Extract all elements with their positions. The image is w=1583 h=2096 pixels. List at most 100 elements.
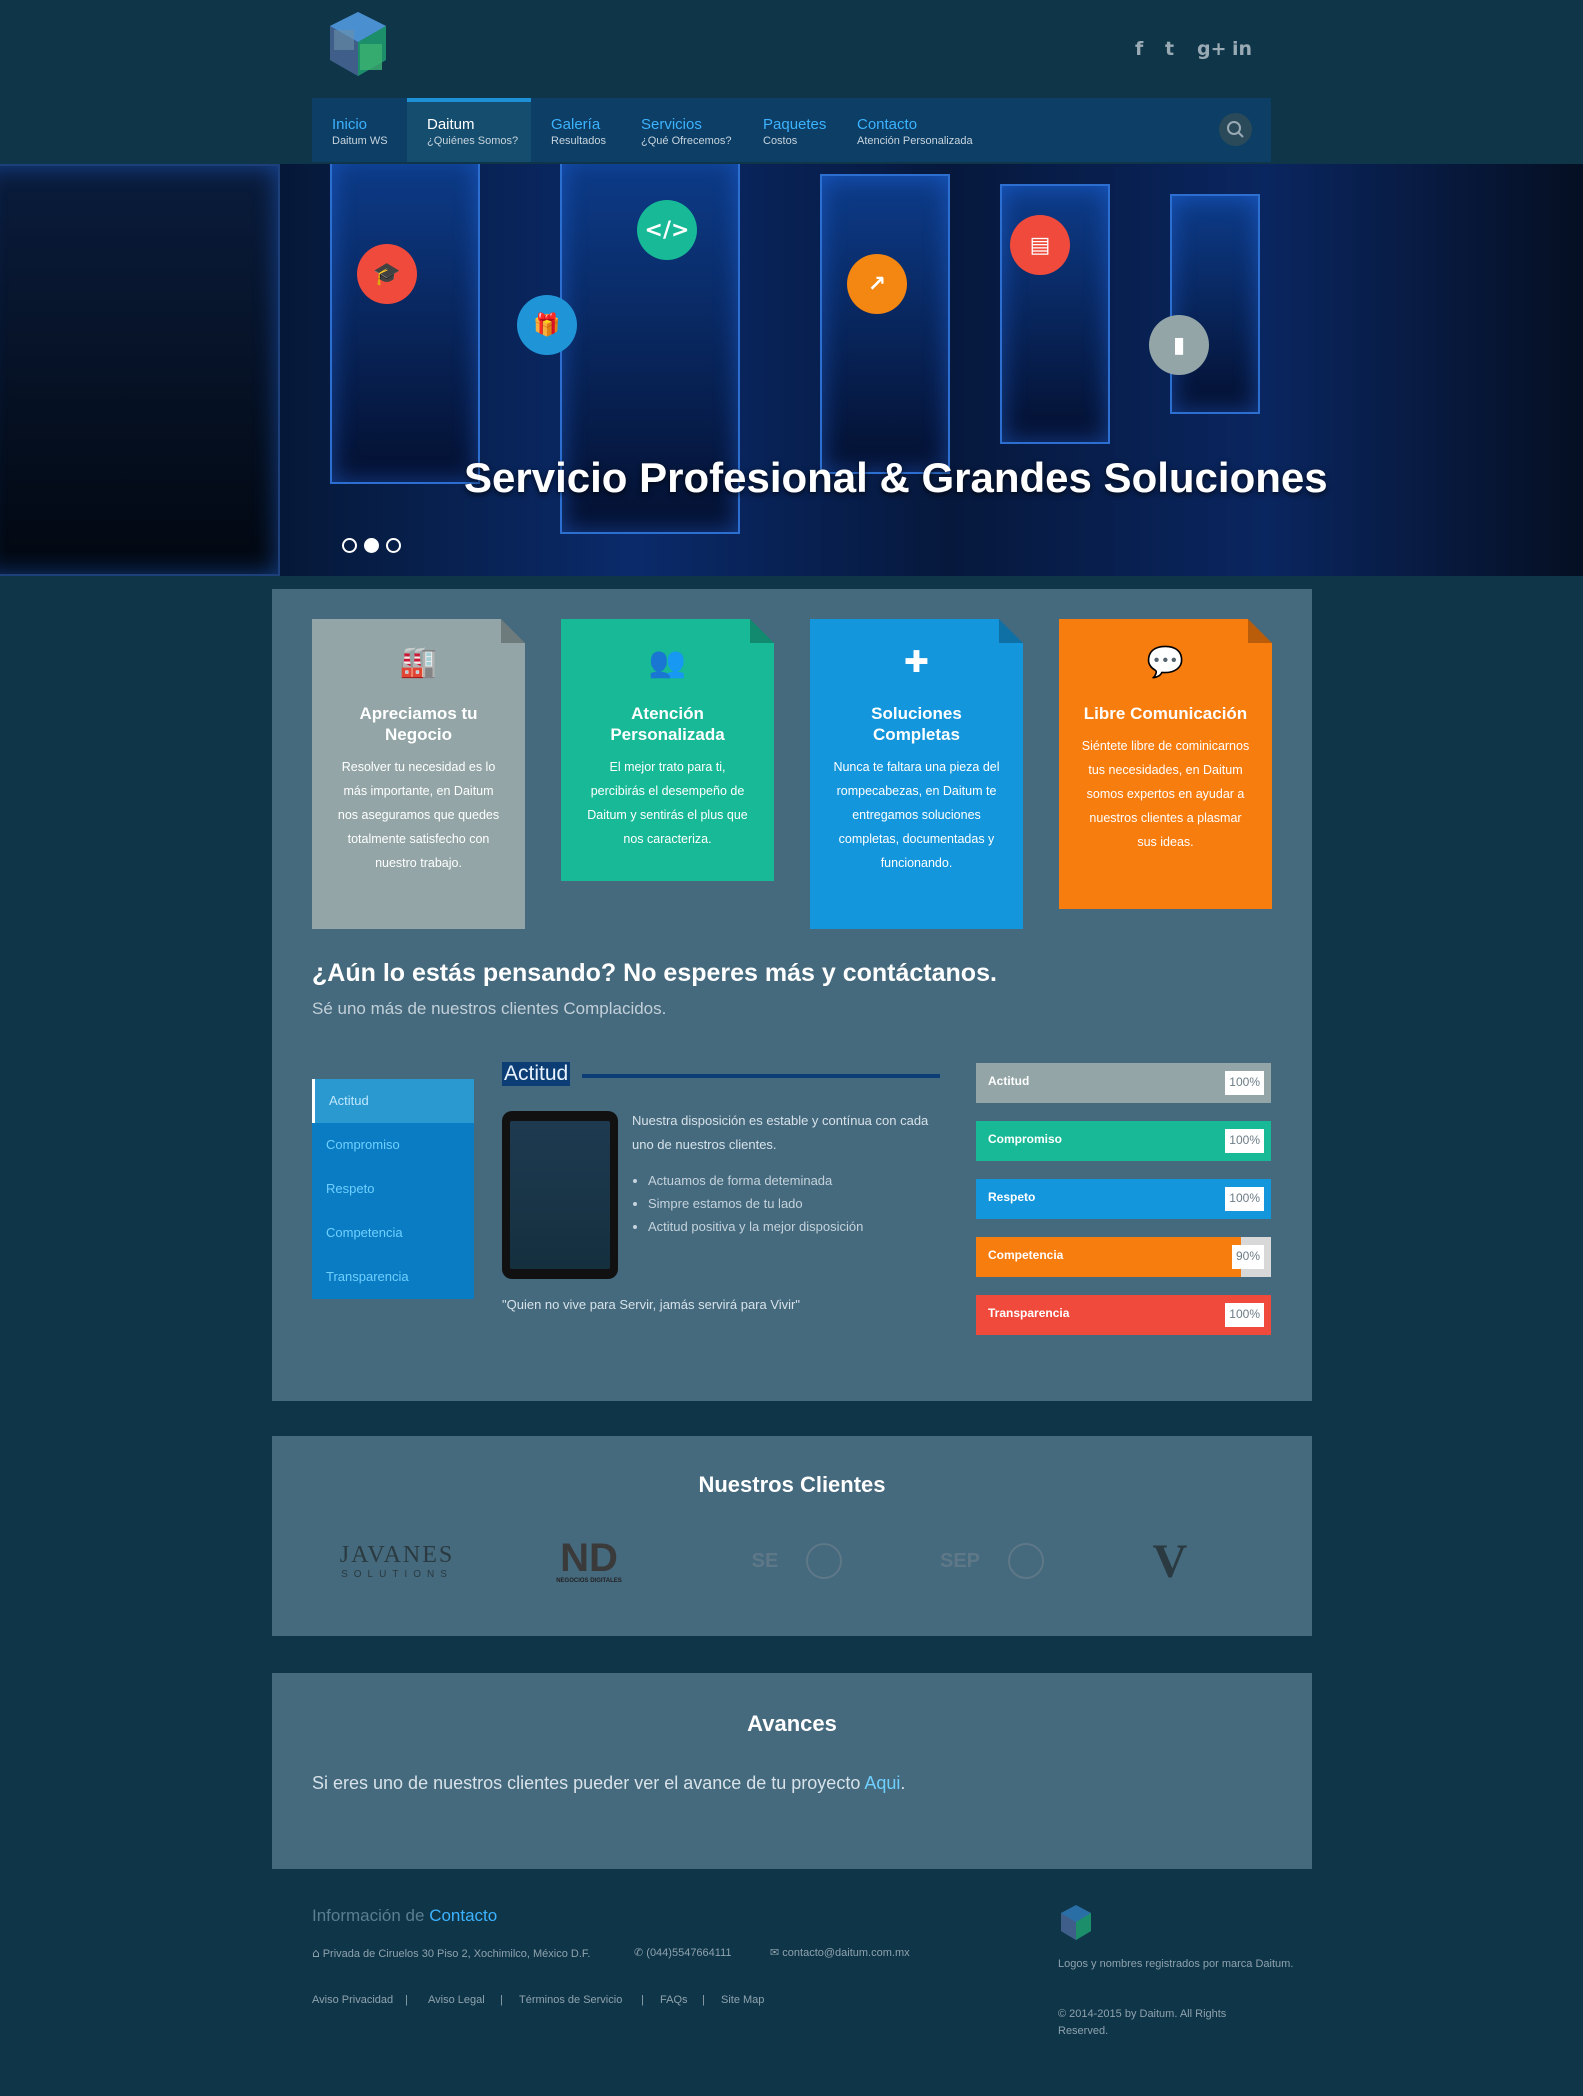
footer-title-highlight: Contacto — [429, 1906, 498, 1925]
logo-text: SEP — [939, 1549, 981, 1572]
about-section: 🏭 Apreciamos tu Negocio Resolver tu necesi… — [272, 589, 1312, 1401]
skill-label: Respeto — [988, 1190, 1036, 1204]
nav-subtitle: Daitum WS — [332, 135, 388, 147]
tab-transparencia[interactable]: Transparencia — [312, 1255, 474, 1299]
footer-link-aviso-legal[interactable]: Aviso Legal — [428, 1994, 485, 2006]
skill-bar: Transparencia 100% — [976, 1295, 1271, 1335]
twitter-icon[interactable]: t — [1165, 38, 1174, 60]
nav-title: Contacto — [857, 116, 918, 133]
values-tabs: Actitud Compromiso Respeto Competencia T… — [312, 1079, 474, 1299]
logo-subtext: SOLUTIONS — [341, 1569, 453, 1580]
footer-copyright: © 2014-2015 by Daitum. All Rights Reserv… — [1058, 2008, 1227, 2037]
skill-percent: 100% — [1225, 1071, 1264, 1095]
nav-galeria[interactable]: Galería Resultados — [531, 98, 621, 162]
footer-logo — [1061, 1905, 1091, 1940]
hero-slider: 🎓 🎁 </> ↗ ▤ ▮ Servicio Profesional & Gra… — [0, 164, 1583, 576]
hero-title: Servicio Profesional & Grandes Solucione… — [464, 454, 1328, 501]
tab-actitud[interactable]: Actitud — [312, 1079, 474, 1123]
mail-icon: ✉ — [770, 1946, 780, 1959]
skill-percent: 100% — [1225, 1129, 1264, 1153]
tablet-image — [502, 1111, 618, 1279]
nd-logo[interactable]: ND NEGOCIOS DIGITALES — [544, 1526, 634, 1596]
google-plus-icon[interactable]: g+ — [1197, 38, 1227, 60]
nav-title: Galería — [551, 116, 601, 133]
seal-icon — [806, 1543, 843, 1579]
progress-section: Avances Si eres uno de nuestros clientes… — [272, 1673, 1312, 1869]
tab-respeto[interactable]: Respeto — [312, 1167, 474, 1211]
feature-card: 💬 Libre Comunicación Siéntete libre de com… — [1059, 619, 1272, 909]
footer-brand-text: Logos y nombres registrados por marca Da… — [1058, 1958, 1294, 1970]
seal-icon — [1008, 1543, 1045, 1579]
footer-link-faqs[interactable]: FAQs — [660, 1994, 688, 2006]
daitum-logo[interactable] — [324, 10, 392, 82]
card-fold — [750, 619, 774, 643]
footer-separator: | — [641, 1994, 644, 2006]
javanes-solutions-logo[interactable]: JAVANES SOLUTIONS — [332, 1526, 462, 1596]
skill-label: Transparencia — [988, 1306, 1070, 1320]
nav-daitum[interactable]: Daitum ¿Quiénes Somos? — [407, 98, 531, 162]
slide-dot-active[interactable] — [364, 538, 379, 553]
skill-bar: Compromiso 100% — [976, 1121, 1271, 1161]
code-icon: </> — [637, 200, 697, 260]
footer-link-site-map[interactable]: Site Map — [721, 1994, 764, 2006]
tab-bullets: Actuamos de forma deteminada Simpre esta… — [648, 1169, 863, 1238]
skill-bar: Respeto 100% — [976, 1179, 1271, 1219]
skill-bar: Actitud 100% — [976, 1063, 1271, 1103]
clients-title: Nuestros Clientes — [698, 1472, 886, 1497]
logo-text: ND — [560, 1536, 618, 1580]
cta-subtitle: Sé uno más de nuestros clientes Complaci… — [312, 999, 667, 1018]
nav-paquetes[interactable]: Paquetes Costos — [743, 98, 839, 162]
tab-heading: Actitud — [502, 1062, 571, 1086]
sep-logo[interactable]: SEP — [907, 1526, 1077, 1596]
avances-text-before: Si eres uno de nuestros clientes pueder … — [312, 1773, 865, 1793]
avances-text: Si eres uno de nuestros clientes pueder … — [312, 1773, 905, 1794]
footer-link-terminos[interactable]: Términos de Servicio — [519, 1994, 622, 2006]
gift-icon: 🎁 — [517, 295, 577, 355]
footer-phone: ✆ (044)5547664111 — [634, 1946, 732, 1959]
slide-dot[interactable] — [386, 538, 401, 553]
cta-title: ¿Aún lo estás pensando? No esperes más y… — [312, 959, 997, 987]
logo-text: V — [1152, 1534, 1188, 1588]
card-title: Apreciamos tu Negocio — [359, 704, 478, 744]
linkedin-icon[interactable]: in — [1232, 38, 1252, 60]
avances-link[interactable]: Aqui — [864, 1773, 900, 1793]
list-item: Simpre estamos de tu lado — [648, 1192, 863, 1215]
card-text: Siéntete libre de cominicarnos tus neces… — [1081, 739, 1250, 849]
footer-email[interactable]: ✉ contacto@daitum.com.mx — [770, 1946, 910, 1959]
skill-label: Competencia — [988, 1248, 1064, 1262]
footer-separator: | — [500, 1994, 503, 2006]
card-text: El mejor trato para ti, percibirás el de… — [587, 760, 748, 846]
nav-title: Daitum — [427, 116, 475, 133]
bar-chart-icon: ▮ — [1149, 315, 1209, 375]
skill-percent: 90% — [1231, 1245, 1264, 1269]
home-icon: ⌂ — [312, 1946, 320, 1960]
card-fold — [1248, 619, 1272, 643]
v-logo[interactable]: V — [1140, 1526, 1200, 1596]
search-icon — [1227, 121, 1244, 138]
logo-text: JAVANES — [339, 1542, 455, 1568]
nav-inicio[interactable]: Inicio Daitum WS — [312, 98, 404, 162]
nav-subtitle: ¿Qué Ofrecemos? — [641, 135, 732, 147]
list-item: Actuamos de forma deteminada — [648, 1169, 863, 1192]
facebook-icon[interactable]: f — [1135, 38, 1143, 60]
se-logo[interactable]: SE — [712, 1526, 882, 1596]
nav-contacto[interactable]: Contacto Atención Personalizada — [837, 98, 1007, 162]
puzzle-icon: ✚ — [903, 645, 930, 680]
tab-quote: "Quien no vive para Servir, jamás servir… — [502, 1297, 800, 1312]
search-button[interactable] — [1219, 113, 1252, 146]
slide-dot[interactable] — [342, 538, 357, 553]
address-text: Privada de Ciruelos 30 Piso 2, Xochimilc… — [322, 1948, 591, 1960]
avances-title: Avances — [747, 1711, 837, 1736]
tab-compromiso[interactable]: Compromiso — [312, 1123, 474, 1167]
card-title: Atención Personalizada — [610, 704, 725, 744]
footer-address: ⌂ Privada de Ciruelos 30 Piso 2, Xochimi… — [312, 1946, 590, 1960]
phone-text: (044)5547664111 — [646, 1947, 732, 1959]
footer-link-aviso-privacidad[interactable]: Aviso Privacidad — [312, 1994, 393, 2006]
tab-competencia[interactable]: Competencia — [312, 1211, 474, 1255]
nav-title: Servicios — [641, 116, 702, 133]
card-text: Resolver tu necesidad es lo más importan… — [337, 760, 500, 870]
skill-percent: 100% — [1225, 1303, 1264, 1327]
nav-subtitle: Atención Personalizada — [857, 135, 973, 147]
nav-servicios[interactable]: Servicios ¿Qué Ofrecemos? — [621, 98, 743, 162]
footer-title-prefix: Información de — [312, 1906, 425, 1925]
